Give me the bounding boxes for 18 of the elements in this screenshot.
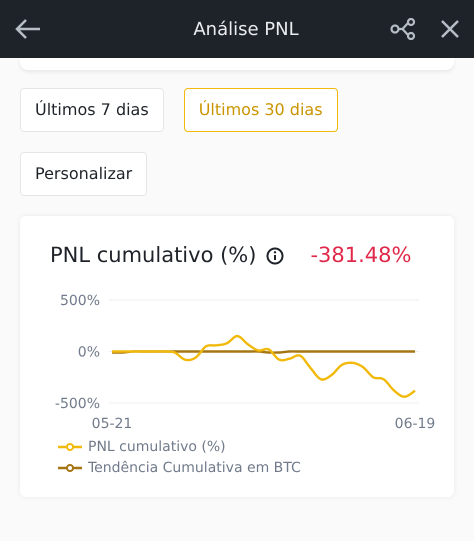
y-axis-label: -500% <box>54 396 100 412</box>
x-axis-label: 06-19 <box>394 416 436 432</box>
legend-label: Tendência Cumulativa em BTC <box>88 458 301 478</box>
share-icon[interactable] <box>390 18 416 40</box>
info-icon[interactable] <box>266 246 284 265</box>
close-icon[interactable] <box>440 19 460 39</box>
legend-icon <box>58 442 82 452</box>
pnl-value: -381.48% <box>310 242 412 269</box>
page-title: Análise PNL <box>192 18 300 42</box>
legend-label: PNL cumulativo (%) <box>88 438 226 456</box>
y-axis-label: 500% <box>60 292 100 308</box>
range-button[interactable]: Últimos 7 dias <box>20 88 164 132</box>
chart-title: PNL cumulativo (%) <box>50 242 256 269</box>
y-axis-label: 0% <box>78 344 100 360</box>
legend-icon <box>58 463 82 473</box>
back-icon[interactable] <box>14 18 42 40</box>
range-button[interactable]: Personalizar <box>20 152 148 196</box>
x-axis-label: 05-21 <box>92 416 132 432</box>
